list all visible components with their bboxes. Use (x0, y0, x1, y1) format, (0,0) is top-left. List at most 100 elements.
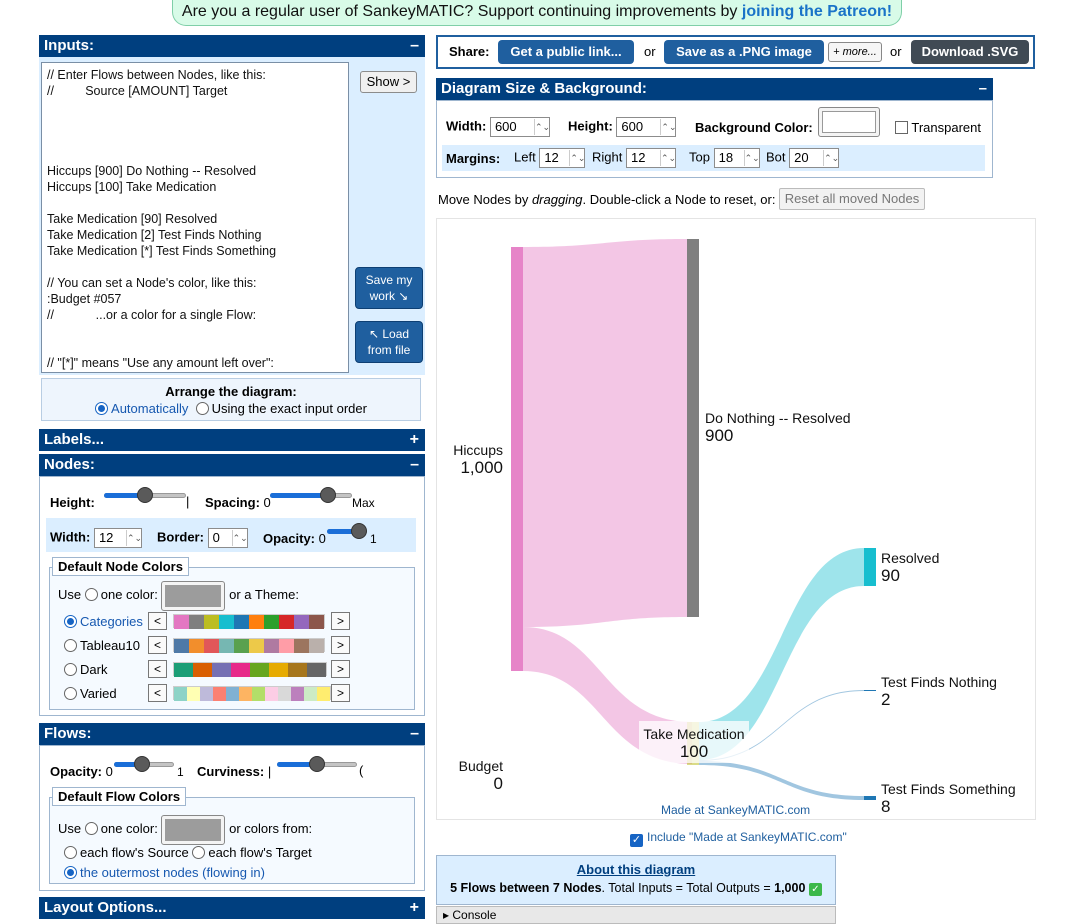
node-height-slider[interactable] (104, 487, 186, 503)
inputs-header[interactable]: Inputs: – (39, 35, 425, 57)
include-credit-checkbox[interactable]: ✓ (630, 834, 643, 847)
margin-bottom-spinner[interactable]: ⌃⌄ (823, 150, 839, 166)
theme-prev-button[interactable]: < (148, 636, 167, 654)
theme-prev-button[interactable]: < (148, 660, 167, 678)
theme-next-button[interactable]: > (331, 636, 350, 654)
flows-collapse-toggle[interactable]: – (410, 723, 419, 745)
download-svg-button[interactable]: Download .SVG (911, 40, 1029, 64)
margin-top-spinner[interactable]: ⌃⌄ (743, 150, 760, 166)
flow-colors-from-label: or colors from: (229, 821, 313, 836)
arrange-auto-radio[interactable] (95, 402, 109, 415)
flow-take-medication-to-test-something[interactable] (699, 761, 864, 800)
flow-hiccups-to-do-nothing[interactable] (523, 239, 687, 627)
flow-outermost-row: the outermost nodes (flowing in) (64, 865, 265, 880)
flow-one-color-radio[interactable] (84, 822, 98, 835)
margin-left-input[interactable]: 12 ⌃⌄ (539, 148, 585, 168)
margin-left-label: Left (514, 149, 536, 165)
node-width-input[interactable]: 12 ⌃⌄ (93, 528, 142, 548)
layout-options-expand-toggle[interactable]: + (410, 897, 419, 919)
node-border-spinner[interactable]: ⌃⌄ (231, 530, 248, 546)
node-border-label: Border: (157, 529, 204, 545)
theme-radio-dark[interactable] (64, 663, 77, 676)
margin-top-input[interactable]: 18 ⌃⌄ (713, 148, 760, 168)
theme-prev-button[interactable]: < (148, 612, 167, 630)
flow-curviness-slider[interactable] (277, 756, 357, 772)
flows-header[interactable]: Flows: – (39, 723, 425, 745)
load-file-button[interactable]: ↖ Load from file (355, 321, 423, 363)
diagram-width-spinner[interactable]: ⌃⌄ (533, 119, 550, 135)
include-credit-label: Include "Made at SankeyMATIC.com" (647, 830, 847, 844)
labels-header[interactable]: Labels... + (39, 429, 425, 451)
diagram-height-spinner[interactable]: ⌃⌄ (660, 119, 677, 135)
node-hiccups-label[interactable]: Hiccups 1,000 (453, 442, 503, 477)
more-share-options-button[interactable]: + more... (828, 42, 882, 62)
save-png-button[interactable]: Save as a .PNG image (664, 40, 824, 64)
theme-next-button[interactable]: > (331, 612, 350, 630)
margin-right-field: Right 12 ⌃⌄ (592, 148, 676, 168)
theme-prev-button[interactable]: < (148, 684, 167, 702)
reset-moved-nodes-button[interactable]: Reset all moved Nodes (779, 188, 925, 210)
nodes-collapse-toggle[interactable]: – (410, 454, 419, 476)
diagram-width-input[interactable]: 600 ⌃⌄ (489, 117, 550, 137)
inputs-collapse-toggle[interactable]: – (410, 35, 419, 57)
about-title[interactable]: About this diagram (437, 862, 835, 877)
theme-swatch (309, 615, 324, 629)
node-color-picker[interactable] (161, 580, 226, 611)
flow-source-radio[interactable] (64, 846, 77, 859)
theme-radio-categories[interactable] (64, 615, 77, 628)
diagram-size-header[interactable]: Diagram Size & Background: – (436, 78, 993, 100)
theme-radio-varied[interactable] (64, 687, 77, 700)
theme-swatch (174, 615, 189, 629)
node-spacing-slider[interactable] (270, 487, 352, 503)
public-link-button[interactable]: Get a public link... (498, 40, 634, 64)
layout-options-header[interactable]: Layout Options... + (39, 897, 425, 919)
theme-radio-tableau10[interactable] (64, 639, 77, 652)
node-opacity-slider[interactable] (327, 523, 367, 539)
node-test-something-label[interactable]: Test Finds Something 8 (881, 781, 1016, 816)
node-width-spinner[interactable]: ⌃⌄ (125, 530, 142, 546)
theme-next-button[interactable]: > (331, 660, 350, 678)
node-test-something-bar[interactable] (864, 796, 876, 800)
diagram-size-collapse-toggle[interactable]: – (979, 78, 987, 100)
diagram-width-field: Width: 600 ⌃⌄ (446, 117, 550, 137)
theme-next-button[interactable]: > (331, 684, 350, 702)
theme-swatch (174, 663, 193, 677)
flow-opacity-slider[interactable] (114, 756, 174, 772)
console-toggle[interactable]: ▸ Console (436, 906, 836, 924)
node-test-nothing-bar[interactable] (864, 690, 876, 691)
transparent-checkbox[interactable] (895, 121, 908, 134)
node-budget-name: Budget (458, 758, 503, 774)
flow-color-picker[interactable] (161, 814, 226, 845)
flows-input[interactable] (41, 62, 349, 373)
margin-bottom-input[interactable]: 20 ⌃⌄ (789, 148, 839, 168)
inputs-title: Inputs: (44, 37, 94, 54)
margin-right-spinner[interactable]: ⌃⌄ (659, 150, 676, 166)
show-button[interactable]: Show > (360, 71, 417, 93)
margin-right-input[interactable]: 12 ⌃⌄ (625, 148, 676, 168)
save-work-button[interactable]: Save my work ↘ (355, 267, 423, 309)
nodes-title: Nodes: (44, 456, 95, 473)
node-budget-label[interactable]: Budget 0 (459, 758, 503, 793)
labels-expand-toggle[interactable]: + (410, 429, 419, 451)
margin-top-field: Top 18 ⌃⌄ (689, 148, 760, 168)
diagram-height-input[interactable]: 600 ⌃⌄ (616, 117, 677, 137)
patreon-link[interactable]: joining the Patreon! (742, 3, 892, 20)
node-take-medication-label[interactable]: Take Medication 100 (639, 726, 749, 761)
node-test-nothing-label[interactable]: Test Finds Nothing 2 (881, 674, 997, 709)
background-color-picker[interactable] (818, 107, 880, 137)
arrange-exact-radio[interactable] (195, 402, 209, 415)
node-resolved-label[interactable]: Resolved 90 (881, 550, 939, 585)
node-hiccups-bar[interactable] (511, 247, 523, 671)
flow-outermost-radio[interactable] (64, 866, 77, 879)
node-test-nothing-value: 2 (881, 690, 891, 709)
node-resolved-bar[interactable] (864, 548, 876, 586)
theme-label-varied: Varied (80, 686, 117, 701)
node-do-nothing-bar[interactable] (687, 239, 699, 617)
margin-left-spinner[interactable]: ⌃⌄ (569, 150, 585, 166)
node-do-nothing-label[interactable]: Do Nothing -- Resolved 900 (705, 410, 851, 445)
nodes-header[interactable]: Nodes: – (39, 454, 425, 476)
node-one-color-radio[interactable] (84, 588, 98, 601)
node-border-input[interactable]: 0 ⌃⌄ (207, 528, 248, 548)
node-one-color-label: one color: (100, 587, 158, 602)
flow-target-radio[interactable] (192, 846, 206, 859)
